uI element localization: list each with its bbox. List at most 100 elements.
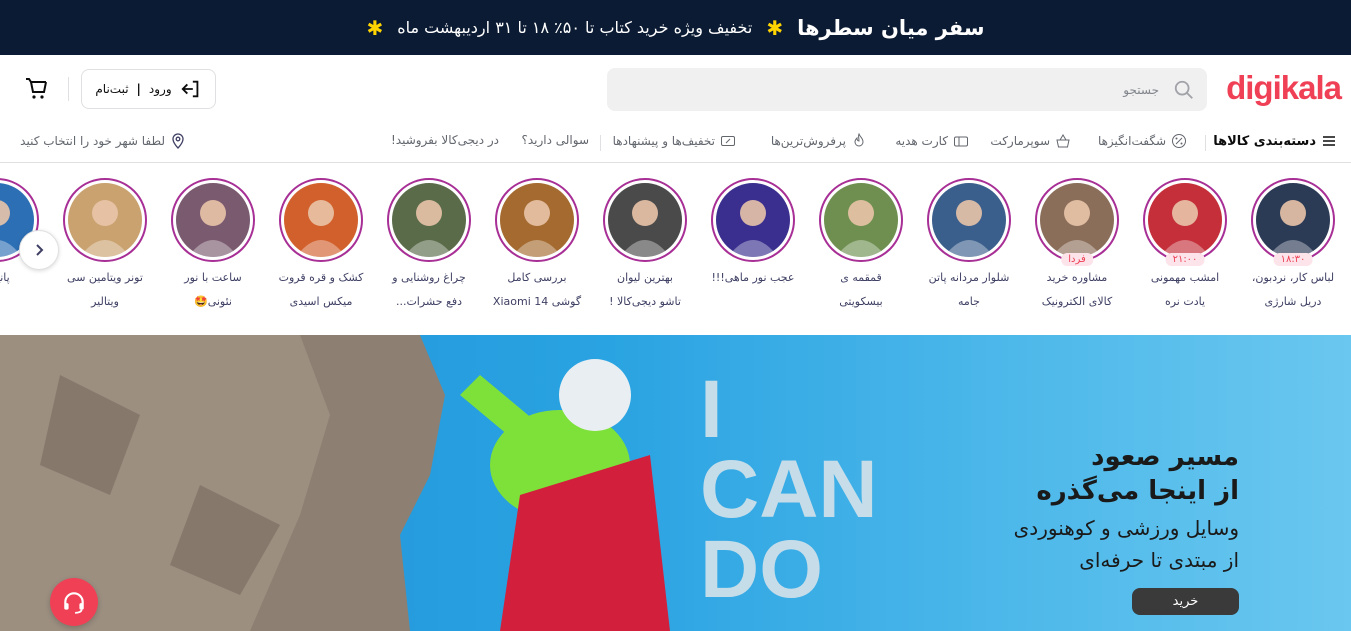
story-item[interactable]: ساعت با نور نئونی🤩: [163, 178, 263, 314]
story-caption-line1: عجب نور ماهی!!!: [711, 271, 795, 284]
nav-bestsellers[interactable]: پرفروش‌ترین‌ها: [771, 133, 867, 149]
nav-gift-card[interactable]: کارت هدیه: [895, 133, 969, 149]
main-nav: دسته‌بندی کالاها شگفت‌انگیزها سوپرمارکت …: [0, 123, 1351, 163]
story-caption-line1: ساعت با نور: [184, 271, 242, 284]
story-item[interactable]: چراغ روشنایی و دفع حشرات...: [379, 178, 479, 314]
divider: [1205, 135, 1206, 151]
nav-city-select[interactable]: لطفا شهر خود را انتخاب کنید: [20, 133, 186, 149]
story-image: [608, 183, 682, 257]
story-thumbnail: [392, 183, 466, 257]
story-image: [284, 183, 358, 257]
hero-title-line1: مسیر صعود: [1091, 442, 1239, 472]
story-caption-line2: تاشو دیجی‌کالا !: [609, 295, 681, 308]
promo-banner[interactable]: سفر میان سطرها ✱ تخفیف ویژه خرید کتاب تا…: [0, 0, 1351, 55]
buy-button[interactable]: خرید: [1132, 588, 1239, 615]
story-caption: ساعت با نور نئونی🤩: [163, 266, 263, 314]
story-image: [500, 183, 574, 257]
nav-categories[interactable]: دسته‌بندی کالاها: [1213, 133, 1337, 149]
story-caption: چراغ روشنایی و دفع حشرات...: [379, 266, 479, 314]
hero-title-line2: از اینجا می‌گذره: [1036, 476, 1239, 506]
story-caption-line2: گوشی Xiaomi 14: [492, 295, 582, 308]
story-image: [1040, 183, 1114, 257]
story-ring: ۱۸:۳۰: [1251, 178, 1335, 266]
divider: [68, 77, 69, 101]
location-icon: [172, 133, 184, 149]
story-caption-line2: دریل شارژی: [1264, 295, 1322, 308]
story-badge: ۲۱:۰۰: [1165, 253, 1205, 266]
carousel-prev-button[interactable]: [19, 230, 59, 270]
support-button[interactable]: [50, 578, 98, 626]
search-icon: [1174, 80, 1193, 99]
search-bar[interactable]: [607, 68, 1207, 111]
digikala-logo[interactable]: digikala: [1226, 69, 1342, 107]
star-icon: ✱: [766, 15, 784, 40]
nav-offers[interactable]: تخفیف‌ها و پیشنهادها: [613, 133, 736, 149]
story-image: [1256, 183, 1330, 257]
hero-slogan: I CAN DO: [700, 364, 878, 615]
story-caption-line2: دفع حشرات...: [395, 295, 463, 308]
story-thumbnail: [932, 183, 1006, 257]
story-thumbnail: [284, 183, 358, 257]
story-item[interactable]: شلوار مردانه پاتن جامه: [919, 178, 1019, 314]
story-caption: عجب نور ماهی!!!: [703, 266, 803, 290]
story-ring: [279, 178, 363, 262]
story-item[interactable]: کشک و قره قروت میکس اسیدی: [271, 178, 371, 314]
story-caption-line1: چراغ روشنایی و: [392, 271, 466, 284]
story-caption-line2: میکس اسیدی: [289, 295, 353, 308]
story-caption: شلوار مردانه پاتن جامه: [919, 266, 1019, 314]
story-item[interactable]: بررسی کامل گوشی Xiaomi 14: [487, 178, 587, 314]
story-caption-line1: شلوار مردانه پاتن: [928, 271, 1010, 284]
story-caption-line1: کشک و قره قروت: [278, 271, 364, 284]
percent-icon: [1172, 134, 1186, 148]
story-item[interactable]: قمقمه ی بیسکویتی: [811, 178, 911, 314]
story-item[interactable]: ۲۱:۰۰ امشب مهمونی یادت نره: [1135, 178, 1235, 314]
story-thumbnail: [68, 183, 142, 257]
login-separator: |: [136, 82, 141, 96]
story-caption-line1: امشب مهمونی: [1150, 271, 1220, 284]
divider: [600, 135, 601, 151]
story-image: [716, 183, 790, 257]
story-caption-line2: نئونی🤩: [194, 295, 232, 308]
story-caption: امشب مهمونی یادت نره: [1135, 266, 1235, 314]
search-input[interactable]: [659, 82, 1159, 97]
story-item[interactable]: فردا مشاوره خرید کالای الکترونیک: [1027, 178, 1127, 314]
login-button[interactable]: ورود | ثبت‌نام: [81, 69, 216, 109]
story-caption-line2: کالای الکترونیک: [1041, 295, 1113, 308]
story-item[interactable]: عجب نور ماهی!!!: [703, 178, 803, 290]
story-caption-line1: لباس کار، نردبون،: [1251, 271, 1335, 284]
story-image: [176, 183, 250, 257]
story-image: [392, 183, 466, 257]
cart-icon[interactable]: [24, 77, 48, 101]
hero-subtitle-line1: وسایل ورزشی و کوهنوردی: [1013, 516, 1239, 540]
story-thumbnail: [1256, 183, 1330, 257]
story-thumbnail: [1040, 183, 1114, 257]
story-image: [824, 183, 898, 257]
story-caption-line1: تونر ویتامین سی: [67, 271, 143, 284]
fire-icon: [854, 133, 864, 147]
promo-brand: سفر میان سطرها: [797, 15, 985, 40]
story-thumbnail: [1148, 183, 1222, 257]
nav-question[interactable]: سوالی دارید؟: [521, 133, 589, 147]
nav-sell[interactable]: در دیجی‌کالا بفروشید!: [391, 133, 499, 147]
story-caption-line2: ویتالیر: [91, 295, 119, 308]
story-item[interactable]: تونر ویتامین سی ویتالیر: [55, 178, 155, 314]
gift-card-icon: [954, 136, 968, 147]
hero-banner[interactable]: I CAN DO مسیر صعود از اینجا می‌گذره وسای…: [0, 335, 1351, 631]
story-ring: [927, 178, 1011, 262]
story-ring: [171, 178, 255, 262]
story-caption: لباس کار، نردبون، دریل شارژی: [1243, 266, 1343, 314]
story-caption-line1: مشاوره خرید: [1046, 271, 1108, 284]
header: digikala ورود | ثبت‌نام: [0, 55, 1351, 123]
story-thumbnail: [608, 183, 682, 257]
nav-supermarket[interactable]: سوپرمارکت: [990, 133, 1071, 149]
story-ring: [819, 178, 903, 262]
story-ring: [63, 178, 147, 262]
star-icon: ✱: [366, 15, 384, 40]
story-ring: [495, 178, 579, 262]
login-label: ورود: [148, 82, 172, 96]
story-thumbnail: [824, 183, 898, 257]
nav-amazing[interactable]: شگفت‌انگیزها: [1098, 133, 1187, 149]
discount-icon: [721, 136, 735, 146]
story-item[interactable]: ۱۸:۳۰ لباس کار، نردبون، دریل شارژی: [1243, 178, 1343, 314]
story-item[interactable]: بهترین لیوان تاشو دیجی‌کالا !: [595, 178, 695, 314]
